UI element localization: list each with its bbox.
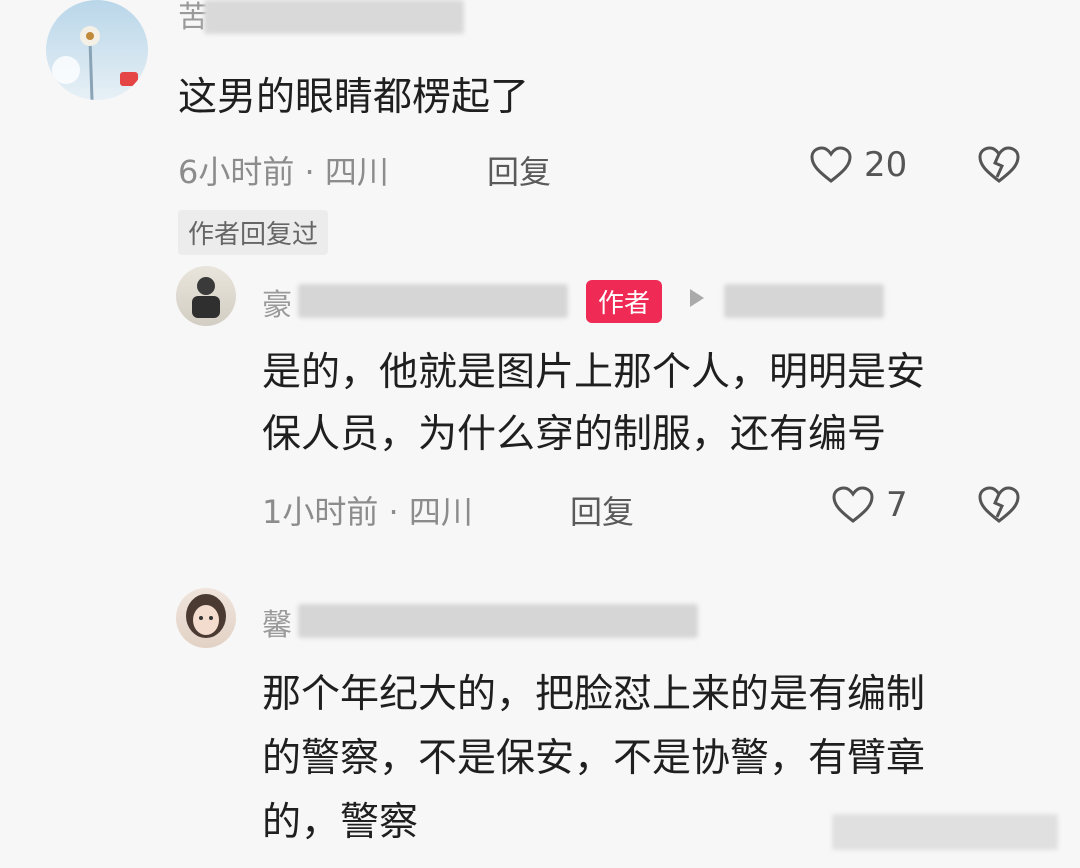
reply-username[interactable]: 豪 — [262, 280, 292, 324]
broken-heart-icon — [978, 146, 1020, 183]
avatar[interactable] — [46, 0, 148, 100]
dislike-button[interactable] — [978, 146, 1020, 188]
reply-location: 四川 — [408, 493, 473, 531]
heart-icon — [810, 146, 852, 183]
reply-text-line: 的警察，不是保安，不是协警，有臂章 — [262, 736, 926, 781]
author-replied-tag[interactable]: 作者回复过 — [178, 210, 329, 255]
reply-button[interactable]: 回复 — [570, 487, 634, 533]
avatar[interactable] — [176, 588, 236, 648]
like-count: 20 — [864, 145, 908, 185]
like-count: 7 — [886, 485, 908, 525]
reply-text-line: 保人员，为什么穿的制服，还有编号 — [262, 412, 887, 457]
person-avatar-image — [192, 277, 220, 318]
blurred-username — [298, 284, 568, 318]
author-badge: 作者 — [586, 280, 663, 323]
blurred-username — [298, 604, 698, 638]
broken-heart-icon — [978, 486, 1020, 523]
reply-to-arrow-icon — [690, 289, 704, 307]
like-button[interactable]: 7 — [832, 485, 908, 525]
comment-meta: 6小时前 · 四川 — [178, 153, 389, 191]
reply-username[interactable]: 馨 — [262, 600, 292, 644]
heart-icon — [832, 486, 874, 523]
watermark — [832, 814, 1058, 850]
reply-text-line: 是的，他就是图片上那个人，明明是安 — [262, 350, 926, 395]
girl-avatar-image — [186, 594, 226, 638]
reply-time: 1小时前 — [262, 493, 379, 531]
blurred-reply-target — [724, 284, 884, 318]
dandelion-avatar-image — [52, 26, 138, 100]
reply-text-line: 的，警察 — [262, 800, 419, 845]
like-button[interactable]: 20 — [810, 145, 907, 185]
blurred-username — [204, 0, 464, 34]
comment-location: 四川 — [324, 153, 389, 191]
avatar[interactable] — [176, 266, 236, 326]
reply-button[interactable]: 回复 — [487, 147, 551, 193]
comment-time: 6小时前 — [178, 153, 295, 191]
reply-text-line: 那个年纪大的，把脸怼上来的是有编制 — [262, 672, 926, 717]
dislike-button[interactable] — [978, 486, 1020, 528]
comment-text: 这男的眼睛都楞起了 — [178, 75, 530, 120]
reply-meta: 1小时前 · 四川 — [262, 493, 473, 531]
